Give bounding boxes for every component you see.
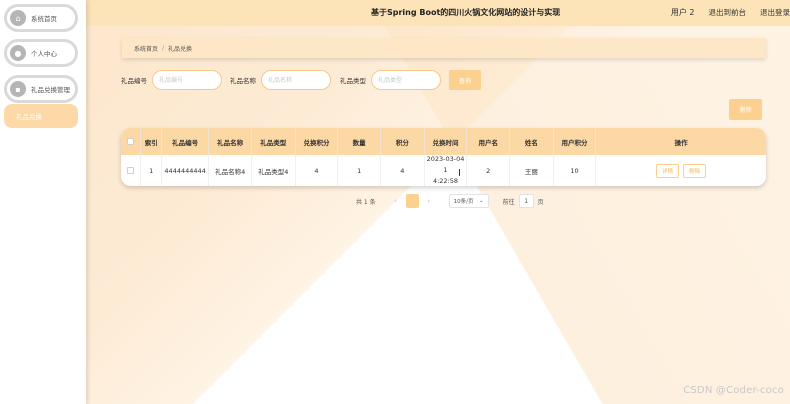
row-checkbox[interactable] [127, 167, 135, 174]
column-header: 姓名 [510, 128, 554, 155]
next-page-icon[interactable]: › [422, 194, 436, 208]
goto-page-input[interactable]: 1 [518, 194, 534, 208]
gift-name-input[interactable] [261, 70, 331, 90]
bulk-delete-button[interactable]: 删除 [729, 99, 762, 120]
gift-no-label: 礼品编号 [121, 77, 147, 85]
row-delete-button[interactable]: 删除 [683, 163, 707, 178]
search-gift-name-group: 礼品名称 [230, 70, 331, 90]
sidebar-subitem-label: 礼品兑换 [16, 113, 42, 121]
column-header: 索引 [141, 128, 162, 155]
detail-button[interactable]: 详情 [656, 163, 680, 178]
prev-page-icon[interactable]: ‹ [389, 194, 403, 208]
app-title: 基于Spring Boot的四川火锅文化网站的设计与实现 [371, 8, 561, 17]
pagination-page[interactable]: 1 [405, 194, 419, 208]
column-header: 礼品编号 [162, 128, 210, 155]
query-button[interactable]: 查询 [449, 70, 481, 90]
cell-exchange-time-line2: 4:22:58 [432, 177, 459, 185]
logout-link[interactable]: 退出登录 [760, 7, 790, 18]
select-all-cell [121, 128, 142, 155]
cell-user-points: 10 [554, 155, 597, 186]
cell-gift-no: 4444444444 [162, 155, 210, 186]
cell-gift-name: 礼品名称4 [209, 155, 252, 186]
breadcrumb-current: 礼品兑换 [168, 45, 193, 53]
sidebar-item-gift-exchange-management[interactable]: ▪ 礼品兑换管理 [4, 75, 78, 103]
gift-type-input[interactable] [371, 70, 441, 90]
watermark: CSDN @Coder-coco [683, 385, 784, 396]
column-header: 用户名 [467, 128, 511, 155]
column-header: 礼品类型 [252, 128, 296, 155]
chevron-down-icon: ⌄ [479, 198, 484, 204]
page-size-value: 10条/页 [453, 199, 474, 205]
top-header: 基于Spring Boot的四川火锅文化网站的设计与实现 用户 2 退出到前台 … [86, 0, 790, 26]
pagination-goto: 前往 1 页 [503, 194, 544, 208]
pagination: 共 1 条 ‹ 1 › 10条/页 ⌄ 前往 1 页 [356, 194, 544, 208]
cell-gift-type: 礼品类型4 [252, 155, 296, 186]
search-gift-type-group: 礼品类型 [340, 70, 441, 90]
header-actions: 用户 2 退出到前台 退出登录 [671, 7, 790, 18]
sidebar-item-label: 礼品兑换管理 [31, 86, 70, 94]
list-icon: ▪ [10, 81, 26, 97]
cell-actions: 详情 删除 [596, 155, 766, 186]
cell-quantity: 1 [338, 155, 382, 186]
sidebar-item-label: 个人中心 [31, 50, 57, 58]
column-header: 用户积分 [554, 128, 597, 155]
gift-type-label: 礼品类型 [340, 77, 366, 85]
column-header: 礼品名称 [209, 128, 252, 155]
sidebar-item-label: 系统首页 [31, 15, 57, 23]
gift-name-label: 礼品名称 [230, 77, 256, 85]
cell-points: 4 [381, 155, 425, 186]
gift-no-input[interactable] [152, 70, 222, 90]
exchange-table: 索引 礼品编号 礼品名称 礼品类型 兑换积分 数量 积分 兑换时间 用户名 姓名… [121, 128, 766, 186]
goto-suffix: 页 [537, 198, 544, 206]
sidebar: ⌂ 系统首页 ● 个人中心 ▪ 礼品兑换管理 礼品兑换 [0, 0, 86, 404]
column-header: 操作 [674, 138, 688, 147]
text-cursor-icon: I [458, 168, 461, 179]
sidebar-subitem-gift-exchange[interactable]: 礼品兑换 [4, 104, 78, 128]
cell-username: 2 [467, 155, 511, 186]
breadcrumb-separator: / [162, 44, 165, 52]
table-header-row: 索引 礼品编号 礼品名称 礼品类型 兑换积分 数量 积分 兑换时间 用户名 姓名… [121, 128, 766, 155]
breadcrumb-home[interactable]: 系统首页 [134, 44, 158, 53]
column-header: 兑换积分 [296, 128, 339, 155]
sidebar-item-home[interactable]: ⌂ 系统首页 [4, 4, 78, 32]
search-gift-no-group: 礼品编号 [121, 70, 222, 90]
cell-index: 1 [141, 155, 162, 186]
cell-real-name: 王丽 [510, 155, 554, 186]
column-header: 数量 [338, 128, 382, 155]
user-icon: ● [10, 45, 26, 61]
breadcrumb: 系统首页 / 礼品兑换 [122, 38, 766, 58]
page-size-select[interactable]: 10条/页 ⌄ [448, 194, 489, 208]
back-to-frontend-link[interactable]: 退出到前台 [709, 7, 747, 18]
goto-label: 前往 [502, 198, 515, 206]
column-header: 兑换时间 [425, 128, 468, 155]
pagination-total: 共 1 条 [356, 198, 376, 206]
row-select-cell [121, 155, 142, 186]
home-icon: ⌂ [10, 10, 26, 26]
sidebar-item-profile[interactable]: ● 个人中心 [4, 39, 78, 67]
cell-exchange-points: 4 [296, 155, 339, 186]
column-header: 积分 [381, 128, 425, 155]
current-user-label: 用户 2 [670, 8, 695, 17]
select-all-checkbox[interactable] [127, 138, 135, 145]
table-row: 1 4444444444 礼品名称4 礼品类型4 4 1 4 2023-03-0… [121, 155, 766, 186]
